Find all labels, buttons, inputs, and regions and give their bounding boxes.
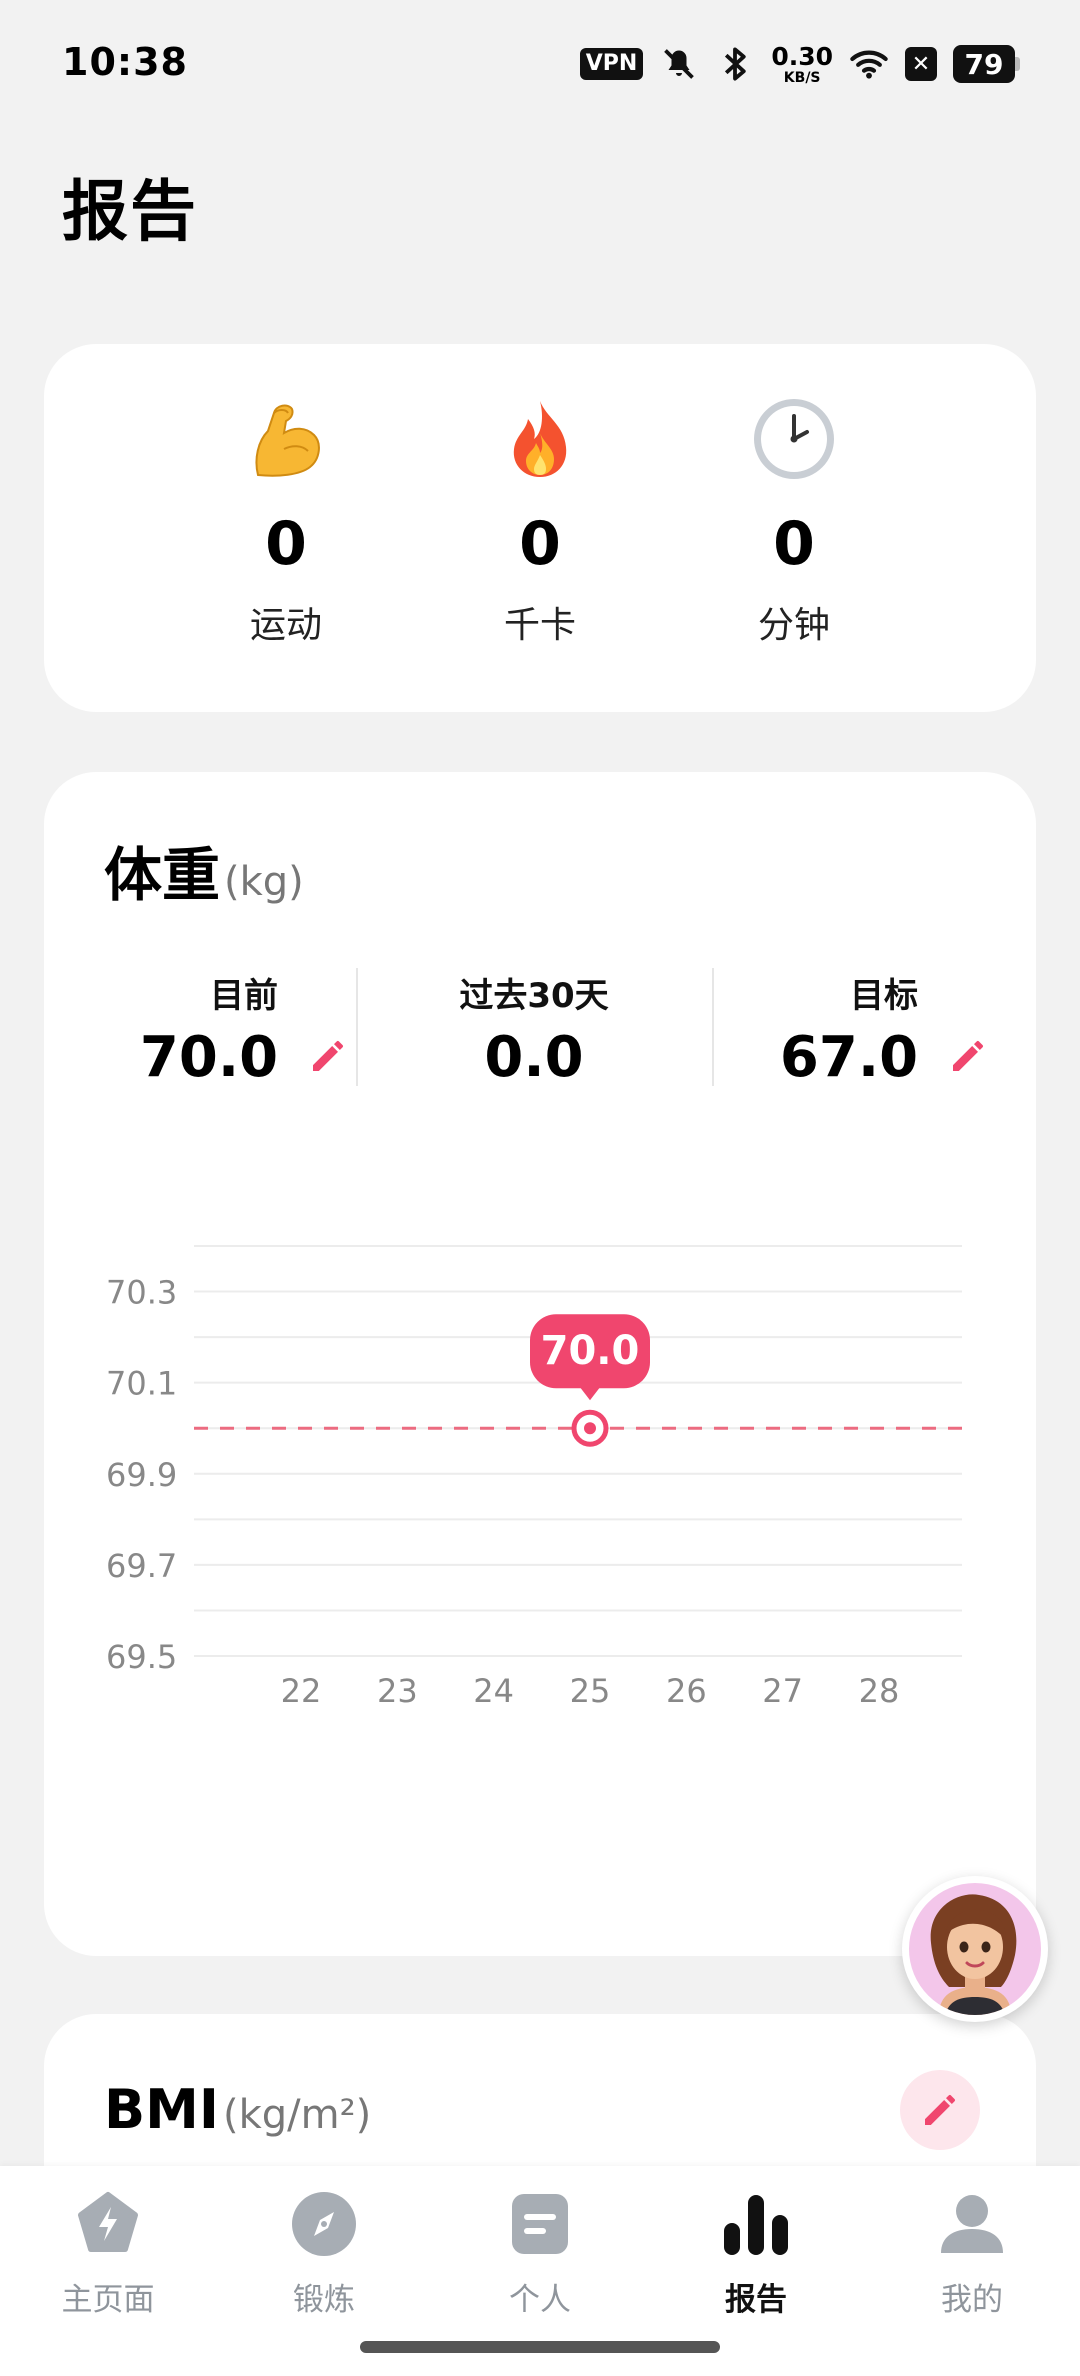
- vpn-icon: VPN: [579, 48, 644, 80]
- activity-summary-card: 0 运动 0 千卡 0 分钟: [44, 344, 1036, 712]
- stat-exercises-label: 运动: [249, 605, 322, 646]
- x-tick-label: 28: [859, 1672, 900, 1710]
- home-indicator: [360, 2341, 720, 2353]
- weight-past-label: 过去30天: [459, 976, 609, 1016]
- y-tick-label: 69.7: [106, 1547, 177, 1585]
- nav-label: 我的: [941, 2282, 1003, 2318]
- status-icons: VPN 0.30 KB/S ✕ 79: [579, 42, 1020, 86]
- weight-unit: (kg): [224, 859, 304, 905]
- stat-minutes-value: 0: [773, 509, 815, 579]
- x-icon: ✕: [905, 47, 937, 81]
- pencil-icon: [925, 2095, 955, 2125]
- weight-past-30-days: 过去30天 0.0: [384, 968, 684, 1090]
- weight-current: 目前 70.0: [94, 968, 394, 1090]
- speed-unit: KB/S: [783, 69, 821, 86]
- edit-current-weight-button[interactable]: [308, 1025, 348, 1090]
- mute-icon: [659, 44, 699, 84]
- y-tick-label: 69.9: [106, 1456, 177, 1494]
- edit-bmi-button[interactable]: [900, 2070, 980, 2150]
- bmi-title: BMI (kg/m²): [104, 2078, 371, 2141]
- stat-minutes: 0 分钟: [694, 394, 894, 648]
- pencil-icon: [953, 1041, 984, 1071]
- nav-item-home[interactable]: 主页面: [8, 2188, 208, 2319]
- nav-item-workout[interactable]: 锻炼: [224, 2188, 424, 2319]
- weight-past-value: 0.0: [484, 1025, 584, 1090]
- network-speed: 0.30 KB/S: [771, 44, 833, 85]
- x-tick-label: 25: [570, 1672, 611, 1710]
- stat-calories: 0 千卡: [440, 394, 640, 648]
- tooltip-pointer: [580, 1387, 600, 1401]
- y-tick-label: 70.1: [106, 1365, 177, 1403]
- x-tick-label: 24: [473, 1672, 514, 1710]
- note-icon: [440, 2188, 640, 2260]
- nav-label: 报告: [725, 2282, 787, 2318]
- divider: [356, 968, 358, 1086]
- weight-chart: 70.3 70.1 69.9 69.7 69.5 22 23 24 25 26 27 28 70.0: [106, 1245, 962, 1710]
- weight-title: 体重 (kg): [104, 828, 304, 912]
- nav-item-report[interactable]: 报告: [656, 2188, 856, 2319]
- coach-avatar-icon: [909, 1883, 1041, 2015]
- weight-current-label: 目前: [210, 976, 278, 1016]
- stat-calories-value: 0: [519, 509, 561, 579]
- y-tick-label: 69.5: [106, 1638, 177, 1676]
- nav-item-personal[interactable]: 个人: [440, 2188, 640, 2319]
- stat-minutes-label: 分钟: [757, 605, 830, 646]
- x-tick-label: 23: [377, 1672, 418, 1710]
- x-tick-label: 22: [281, 1672, 322, 1710]
- status-time: 10:38: [62, 40, 188, 84]
- stat-exercises: 0 运动: [186, 394, 386, 648]
- weight-card: 体重 (kg) 目前 70.0 过去30天 0.0 目标 67.0 70.3 70…: [44, 772, 1036, 1956]
- divider: [712, 968, 714, 1086]
- weight-goal-value: 67.0: [779, 1025, 919, 1090]
- tooltip-value: 70.0: [541, 1328, 640, 1374]
- weight-goal-label: 目标: [850, 976, 918, 1016]
- speed-value: 0.30: [771, 41, 833, 71]
- fire-icon: [440, 394, 640, 484]
- data-point-center: [584, 1422, 596, 1435]
- status-bar: 10:38 VPN 0.30 KB/S ✕ 79: [0, 0, 1080, 126]
- bmi-title-text: BMI: [104, 2078, 219, 2141]
- lightning-icon: [8, 2188, 208, 2260]
- nav-label: 锻炼: [293, 2282, 355, 2318]
- weight-current-value: 70.0: [139, 1025, 279, 1090]
- nav-label: 个人: [509, 2282, 571, 2318]
- weight-title-text: 体重: [104, 841, 221, 909]
- stat-exercises-value: 0: [265, 509, 307, 579]
- bmi-unit: (kg/m²): [223, 2092, 372, 2138]
- edit-goal-weight-button[interactable]: [948, 1025, 988, 1090]
- pencil-icon: [313, 1041, 344, 1071]
- nav-item-me[interactable]: 我的: [872, 2188, 1072, 2319]
- battery-level: 79: [953, 45, 1015, 83]
- person-icon: [872, 2188, 1072, 2260]
- weight-goal: 目标 67.0: [734, 968, 1034, 1090]
- nav-label: 主页面: [61, 2282, 155, 2318]
- bar-chart-icon: [656, 2188, 856, 2260]
- compass-icon: [224, 2188, 424, 2260]
- stat-calories-label: 千卡: [503, 605, 576, 646]
- clock-icon: [694, 394, 894, 484]
- battery-icon: 79: [953, 45, 1020, 83]
- x-tick-label: 26: [666, 1672, 707, 1710]
- bluetooth-icon: [715, 44, 755, 84]
- wifi-icon: [849, 44, 889, 84]
- y-tick-label: 70.3: [106, 1274, 177, 1312]
- x-tick-label: 27: [762, 1672, 803, 1710]
- flexed-biceps-icon: [186, 394, 386, 484]
- page-title: 报告: [62, 173, 198, 250]
- ai-coach-avatar-button[interactable]: [902, 1876, 1048, 2022]
